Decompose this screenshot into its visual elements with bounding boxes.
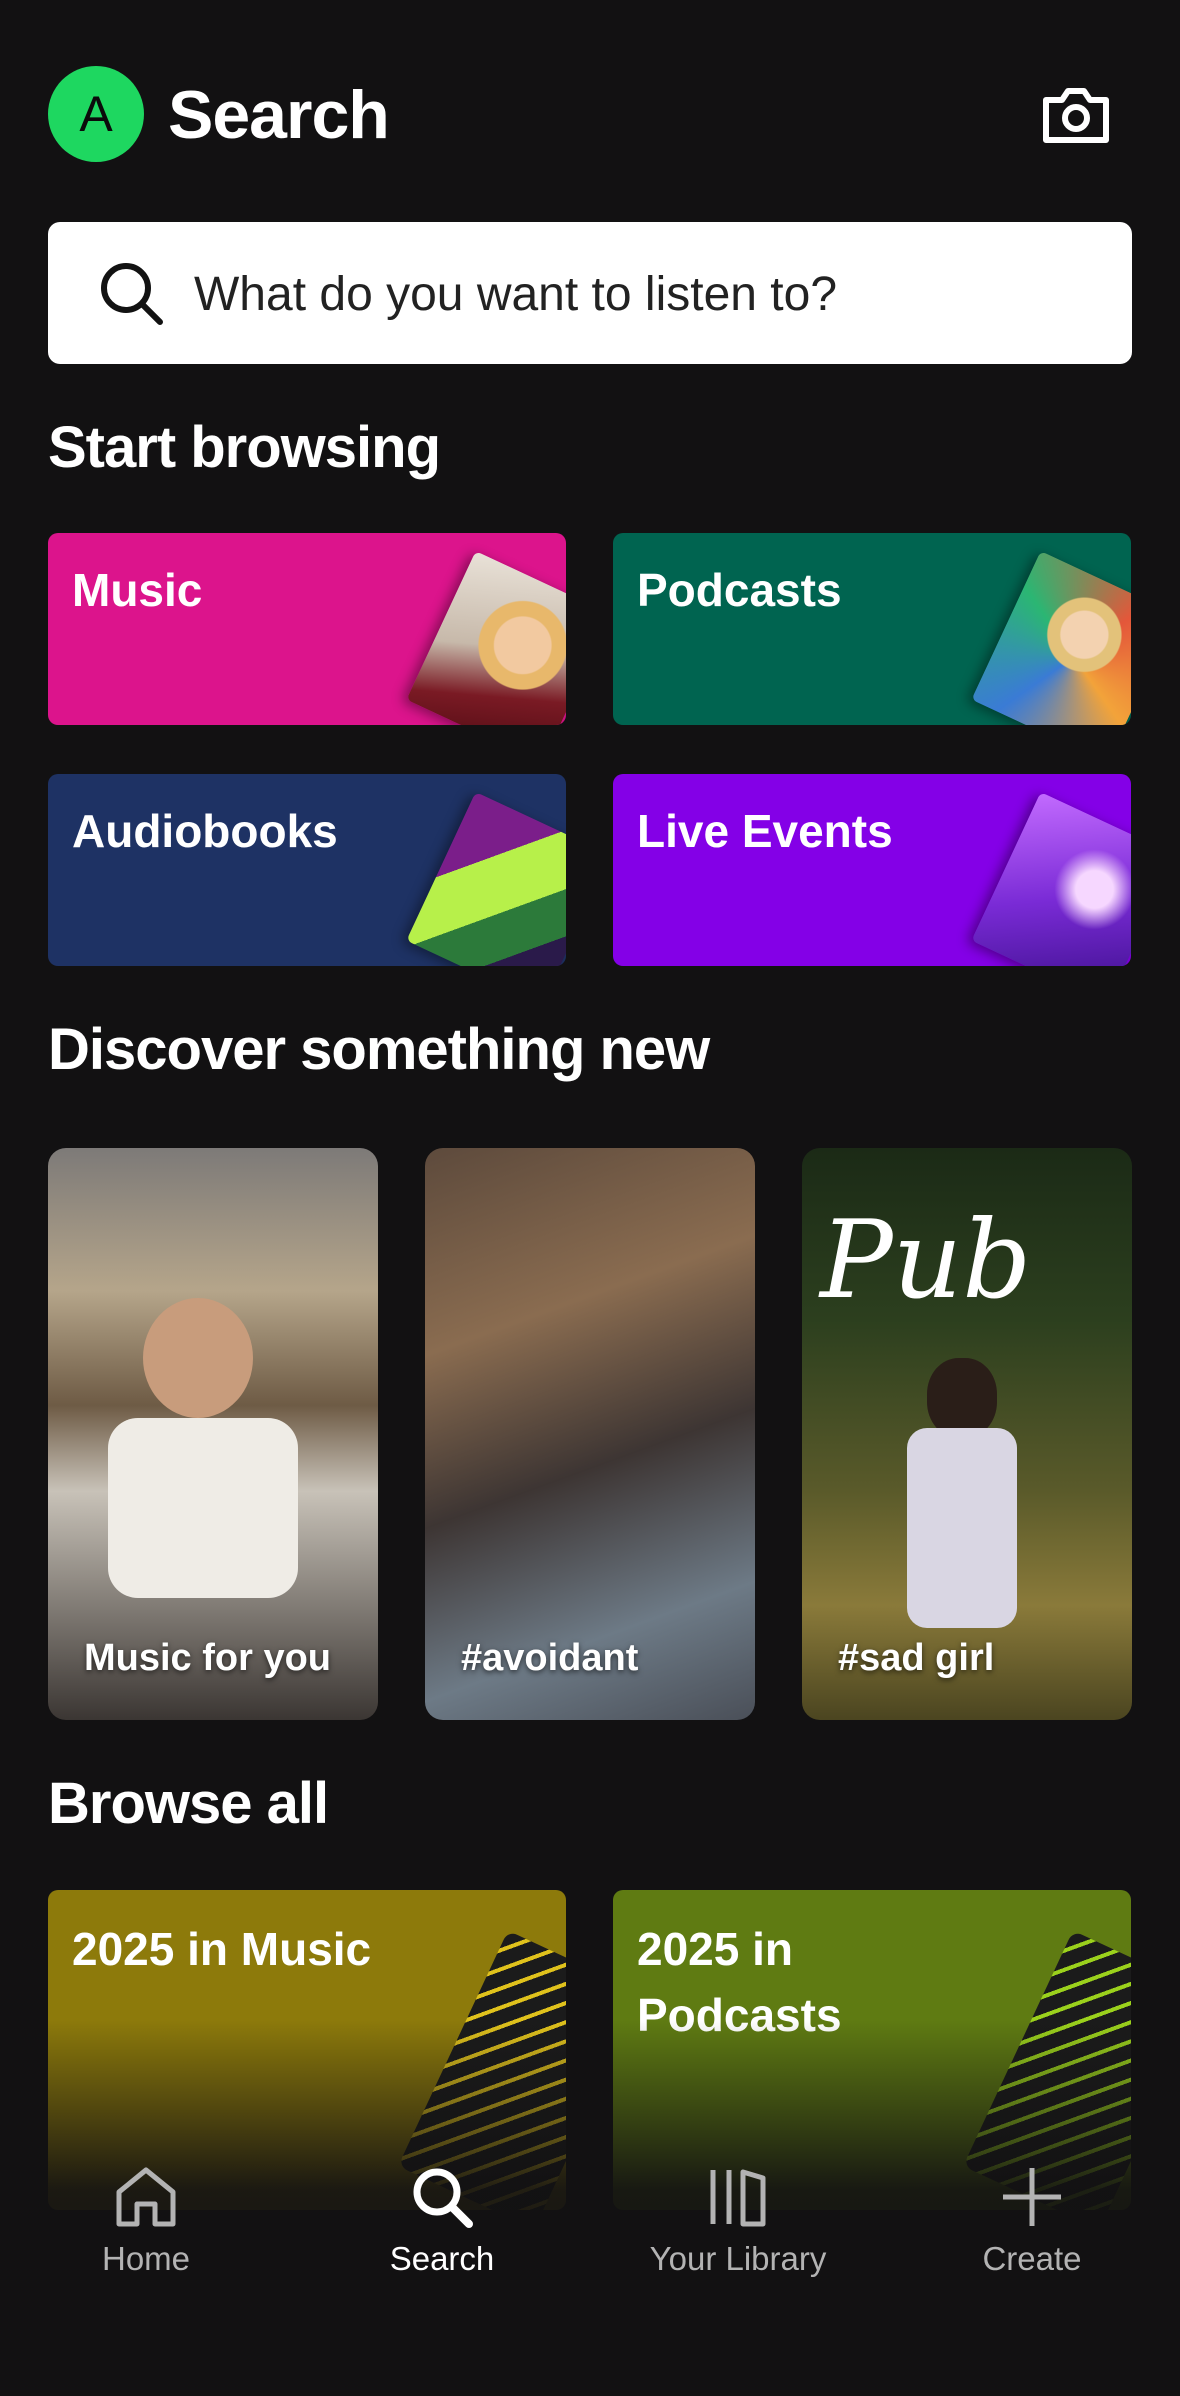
tile-cover-art bbox=[971, 791, 1131, 966]
card-figure bbox=[907, 1428, 1017, 1628]
card-overlay-text: Pub bbox=[820, 1198, 1032, 1323]
card-label: Music for you bbox=[84, 1637, 332, 1679]
discover-card-music-for-you[interactable]: Music for you bbox=[48, 1148, 378, 1720]
home-icon bbox=[116, 2167, 176, 2227]
tile-label: Podcasts bbox=[637, 564, 842, 616]
nav-label: Create bbox=[982, 2240, 1082, 2277]
card-label: #sad girl bbox=[838, 1637, 995, 1679]
page-title: Search bbox=[168, 77, 390, 153]
nav-search[interactable]: Search bbox=[322, 2150, 562, 2290]
camera-icon[interactable] bbox=[1040, 82, 1112, 146]
nav-create[interactable]: Create bbox=[912, 2150, 1152, 2290]
tile-label: 2025 in Music bbox=[72, 1923, 372, 1975]
tile-cover-art bbox=[406, 791, 566, 966]
discover-heading: Discover something new bbox=[48, 1017, 710, 1082]
nav-label: Your Library bbox=[649, 2240, 827, 2277]
tile-label: Audiobooks bbox=[72, 805, 338, 857]
plus-icon bbox=[1003, 2168, 1061, 2226]
start-browsing-heading: Start browsing bbox=[48, 415, 441, 480]
browse-tile-audiobooks[interactable]: Audiobooks bbox=[48, 774, 566, 966]
avatar[interactable]: A bbox=[48, 66, 144, 162]
browse-tile-music[interactable]: Music bbox=[48, 533, 566, 725]
browse-tile-podcasts[interactable]: Podcasts bbox=[613, 533, 1131, 725]
browse-all-heading: Browse all bbox=[48, 1771, 329, 1836]
library-icon bbox=[710, 2169, 766, 2227]
search-icon bbox=[413, 2168, 473, 2228]
browse-tile-live-events[interactable]: Live Events bbox=[613, 774, 1131, 966]
tile-cover-art bbox=[406, 550, 566, 725]
card-label: #avoidant bbox=[461, 1637, 639, 1679]
card-figure bbox=[108, 1418, 298, 1598]
nav-label: Search bbox=[389, 2240, 495, 2277]
tile-label: Live Events bbox=[637, 805, 893, 857]
search-icon bbox=[101, 263, 163, 325]
card-figure bbox=[143, 1298, 253, 1418]
nav-library[interactable]: Your Library bbox=[618, 2150, 858, 2290]
nav-label: Home bbox=[101, 2240, 191, 2277]
nav-home[interactable]: Home bbox=[26, 2150, 266, 2290]
card-figure bbox=[927, 1358, 997, 1438]
search-bar[interactable] bbox=[48, 222, 1132, 364]
discover-card-avoidant[interactable]: #avoidant bbox=[425, 1148, 755, 1720]
discover-card-sad-girl[interactable]: Pub #sad girl bbox=[802, 1148, 1132, 1720]
search-input[interactable] bbox=[192, 258, 1096, 330]
tile-label: Music bbox=[72, 564, 203, 616]
tile-cover-art bbox=[971, 550, 1131, 725]
bottom-nav: Home Search Your Library Create bbox=[0, 2150, 1180, 2290]
header: A Search bbox=[48, 64, 1132, 164]
